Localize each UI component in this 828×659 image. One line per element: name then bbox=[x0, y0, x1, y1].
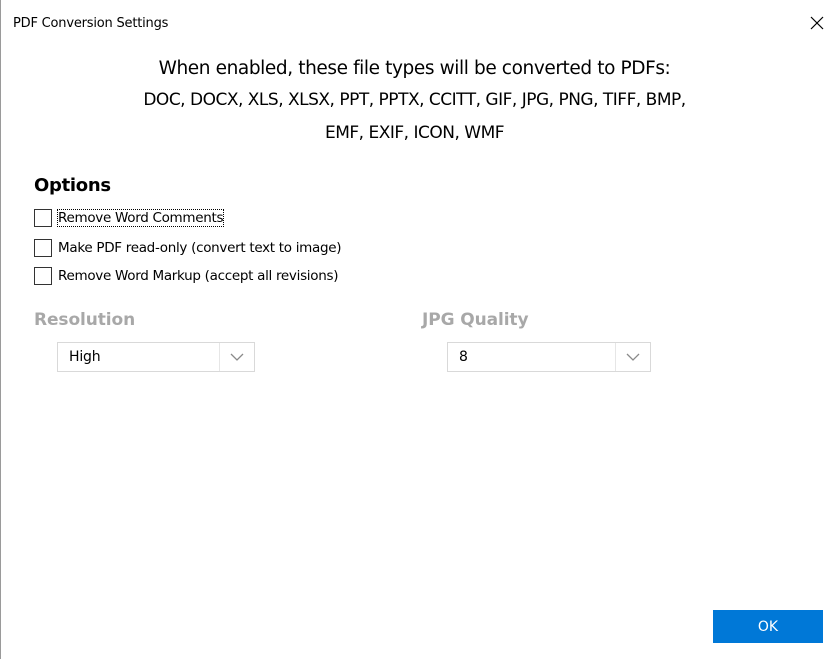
make-pdf-read-only-option[interactable]: Make PDF read-only (convert text to imag… bbox=[34, 237, 342, 259]
chevron-down-icon bbox=[230, 353, 244, 361]
remove-word-comments-option[interactable]: Remove Word Comments bbox=[34, 207, 225, 229]
jpg-quality-value: 8 bbox=[459, 349, 468, 365]
remove-word-markup-checkbox[interactable] bbox=[34, 267, 52, 285]
ok-button[interactable]: OK bbox=[713, 610, 823, 643]
make-pdf-read-only-checkbox[interactable] bbox=[34, 239, 52, 257]
remove-word-comments-checkbox[interactable] bbox=[34, 209, 52, 227]
close-button[interactable] bbox=[806, 12, 828, 34]
file-types-line-1: DOC, DOCX, XLS, XLSX, PPT, PPTX, CCITT, … bbox=[143, 90, 686, 110]
jpg-quality-select[interactable]: 8 bbox=[447, 342, 651, 372]
close-icon bbox=[810, 16, 824, 30]
window-title: PDF Conversion Settings bbox=[13, 16, 169, 31]
resolution-label: Resolution bbox=[34, 310, 136, 330]
jpg-quality-label: JPG Quality bbox=[422, 310, 529, 330]
title-bar: PDF Conversion Settings bbox=[1, 0, 828, 52]
conversion-info-headline: When enabled, these file types will be c… bbox=[158, 58, 671, 79]
chevron-down-icon bbox=[626, 353, 640, 361]
resolution-select[interactable]: High bbox=[57, 342, 255, 372]
jpg-quality-dropdown-toggle[interactable] bbox=[615, 343, 650, 371]
pdf-conversion-settings-dialog: PDF Conversion Settings When enabled, th… bbox=[0, 0, 828, 659]
file-types-line-2: EMF, EXIF, ICON, WMF bbox=[324, 123, 505, 143]
resolution-dropdown-toggle[interactable] bbox=[219, 343, 254, 371]
make-pdf-read-only-label: Make PDF read-only (convert text to imag… bbox=[58, 240, 342, 256]
remove-word-markup-option[interactable]: Remove Word Markup (accept all revisions… bbox=[34, 265, 338, 287]
options-heading: Options bbox=[34, 175, 111, 196]
remove-word-comments-label: Remove Word Comments bbox=[56, 209, 225, 227]
remove-word-markup-label: Remove Word Markup (accept all revisions… bbox=[58, 268, 339, 284]
resolution-value: High bbox=[69, 349, 101, 365]
